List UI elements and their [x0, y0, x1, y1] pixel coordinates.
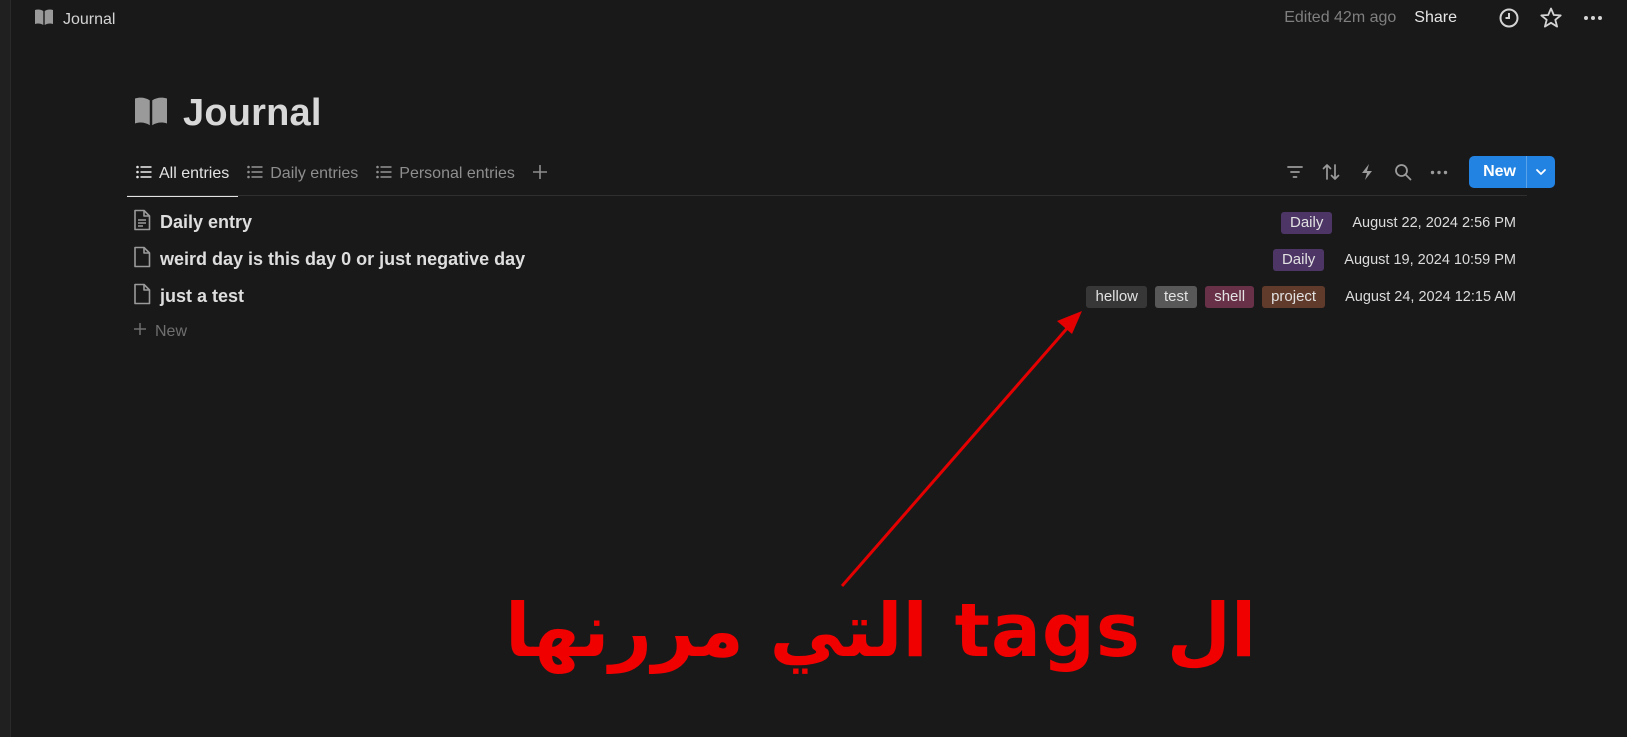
- annotation-text: ال tags التي مررنها: [505, 588, 1257, 674]
